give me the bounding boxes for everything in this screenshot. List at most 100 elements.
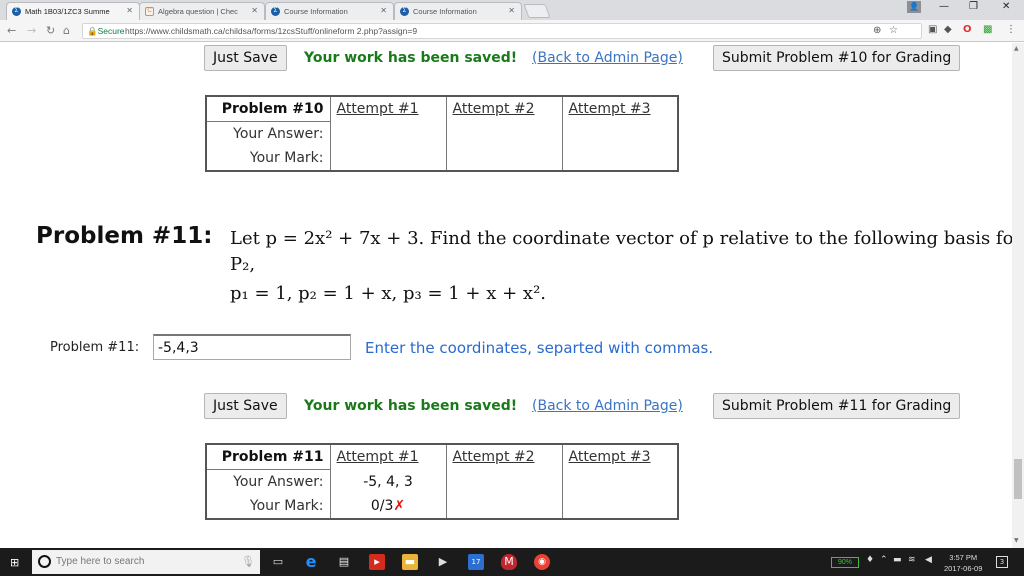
app-icon[interactable]: 17 — [468, 554, 484, 570]
back-to-admin-link[interactable]: (Back to Admin Page) — [532, 398, 683, 414]
network-icon[interactable]: ♦ — [866, 555, 874, 565]
just-save-button[interactable]: Just Save — [204, 45, 287, 71]
attempt-1-link[interactable]: Attempt #1 — [329, 95, 447, 121]
mark-cell — [445, 494, 563, 520]
browser-tab-1[interactable]: Σ Math 1B03/1ZC3 Summe ✕ — [6, 2, 140, 20]
attempt-1-link[interactable]: Attempt #1 — [329, 443, 447, 469]
course-logo-icon: Σ — [271, 7, 280, 16]
microphone-icon[interactable]: 🎙 — [240, 554, 256, 570]
bookmark-star-icon[interactable]: ☆ — [889, 25, 898, 36]
your-mark-label: Your Mark: — [205, 494, 331, 520]
browser-tab-4[interactable]: Σ Course Information ✕ — [394, 2, 522, 20]
taskbar: ⊞ Type here to search 🎙 ▭ e ▤ ▸ ▬ ▶ 17 M… — [0, 548, 1024, 576]
browser-tab-3[interactable]: Σ Course Information ✕ — [265, 2, 394, 20]
search-placeholder: Type here to search — [56, 556, 145, 567]
show-hidden-icons[interactable]: ⌃ — [880, 555, 888, 565]
attempt-3-link[interactable]: Attempt #3 — [561, 443, 679, 469]
problem-11-title: Problem #11: — [36, 223, 213, 249]
your-mark-label: Your Mark: — [205, 146, 331, 172]
taskbar-search-box[interactable]: Type here to search — [32, 550, 260, 574]
windows-start-icon[interactable]: ⊞ — [10, 556, 19, 569]
table-header: Problem #11 — [205, 443, 331, 470]
window-close-icon[interactable]: ✕ — [1002, 1, 1010, 12]
task-view-icon[interactable]: ▭ — [270, 554, 286, 570]
audio-icon[interactable]: ◆ — [944, 24, 952, 35]
new-tab-button[interactable] — [523, 4, 551, 18]
forward-arrow-icon[interactable]: → — [27, 24, 36, 37]
media-player-icon[interactable]: ▶ — [435, 554, 451, 570]
answer-cell — [561, 469, 679, 494]
cast-icon[interactable]: ▣ — [928, 24, 937, 35]
scroll-thumb[interactable] — [1014, 459, 1022, 499]
attempt-3-link[interactable]: Attempt #3 — [561, 95, 679, 121]
edge-icon[interactable]: e — [303, 554, 319, 570]
back-arrow-icon[interactable]: ← — [7, 24, 16, 37]
mark-value: 0/3 — [370, 498, 394, 514]
minimize-icon[interactable]: — — [939, 1, 949, 12]
menu-dots-icon[interactable]: ⋮ — [1006, 24, 1016, 35]
url-field[interactable]: 🔒Secure https://www.childsmath.ca/childs… — [82, 23, 922, 39]
wifi-icon[interactable]: ≋ — [908, 555, 916, 565]
extension-icon[interactable]: O — [963, 24, 972, 35]
tab-label: Course Information — [413, 7, 477, 16]
scroll-down-arrow-icon[interactable]: ▼ — [1014, 537, 1019, 544]
saved-message: Your work has been saved! — [304, 50, 518, 66]
back-to-admin-link[interactable]: (Back to Admin Page) — [532, 50, 683, 66]
page-content: Just Save Your work has been saved! (Bac… — [0, 43, 1012, 548]
store-icon[interactable]: ▤ — [336, 554, 352, 570]
problem-statement-line-1: Let p = 2x² + 7x + 3. Find the coordinat… — [230, 228, 1012, 249]
answer-cell — [445, 121, 563, 146]
answer-hint: Enter the coordinates, separted with com… — [365, 339, 714, 357]
problem-10-attempts-table: Problem #10 Attempt #1 Attempt #2 Attemp… — [205, 95, 679, 172]
mcafee-icon[interactable]: M — [501, 554, 517, 570]
reload-icon[interactable]: ↻ — [46, 24, 55, 37]
volume-icon[interactable]: ◀ — [925, 555, 932, 565]
notification-center-icon[interactable]: 3 — [996, 556, 1008, 568]
problem-11-attempts-table: Problem #11 Attempt #1 Attempt #2 Attemp… — [205, 443, 679, 520]
just-save-button[interactable]: Just Save — [204, 393, 287, 419]
attempt-2-link[interactable]: Attempt #2 — [445, 443, 563, 469]
page-scrollbar[interactable]: ▲ ▼ — [1012, 43, 1024, 548]
your-answer-label: Your Answer: — [205, 121, 331, 146]
submit-problem-11-button[interactable]: Submit Problem #11 for Grading — [713, 393, 961, 419]
secure-label: Secure — [97, 26, 125, 36]
tab-label: Algebra question | Chec — [158, 7, 238, 16]
clock-date: 2017-06-09 — [944, 564, 983, 573]
secure-lock-indicator[interactable]: 🔒Secure — [87, 26, 125, 37]
table-header: Problem #10 — [205, 95, 331, 122]
close-icon[interactable]: ✕ — [126, 6, 133, 15]
problem-statement-line-2: P₂, — [230, 254, 256, 275]
file-explorer-icon[interactable]: ▬ — [402, 554, 418, 570]
cortana-icon — [38, 555, 51, 568]
attempt-2-link[interactable]: Attempt #2 — [445, 95, 563, 121]
answer-cell — [561, 121, 679, 146]
clock[interactable]: 3:57 PM 2017-06-09 — [944, 552, 982, 574]
submit-problem-10-button[interactable]: Submit Problem #10 for Grading — [713, 45, 961, 71]
chrome-icon[interactable]: ◉ — [534, 554, 550, 570]
browser-tab-strip: Σ Math 1B03/1ZC3 Summe ✕ C Algebra quest… — [0, 0, 1024, 20]
zoom-icon[interactable]: ⊕ — [873, 25, 881, 36]
address-bar: ← → ↻ ⌂ 🔒Secure https://www.childsmath.c… — [0, 20, 1024, 42]
answer-input[interactable] — [153, 334, 351, 360]
user-profile-icon[interactable]: 👤 — [907, 1, 921, 13]
close-icon[interactable]: ✕ — [251, 6, 258, 15]
home-icon[interactable]: ⌂ — [63, 24, 70, 37]
close-icon[interactable]: ✕ — [380, 6, 387, 15]
mark-cell — [445, 146, 563, 172]
notification-count: 3 — [999, 558, 1005, 566]
clock-time: 3:57 PM — [949, 553, 978, 562]
restore-icon[interactable]: ❐ — [969, 1, 978, 12]
close-icon[interactable]: ✕ — [508, 6, 515, 15]
extension-shield-icon[interactable]: ▩ — [983, 24, 992, 35]
answer-cell: -5, 4, 3 — [329, 469, 447, 494]
browser-tab-2[interactable]: C Algebra question | Chec ✕ — [139, 2, 265, 20]
pdf-icon[interactable]: ▸ — [369, 554, 385, 570]
mark-cell: 0/3✗ — [329, 494, 447, 520]
mark-cell — [561, 146, 679, 172]
battery-indicator[interactable]: 90% — [831, 557, 859, 568]
mark-cell — [561, 494, 679, 520]
battery-icon[interactable]: ▬ — [893, 555, 902, 565]
mark-cell — [329, 146, 447, 172]
saved-message: Your work has been saved! — [304, 398, 518, 414]
scroll-up-arrow-icon[interactable]: ▲ — [1014, 45, 1019, 52]
